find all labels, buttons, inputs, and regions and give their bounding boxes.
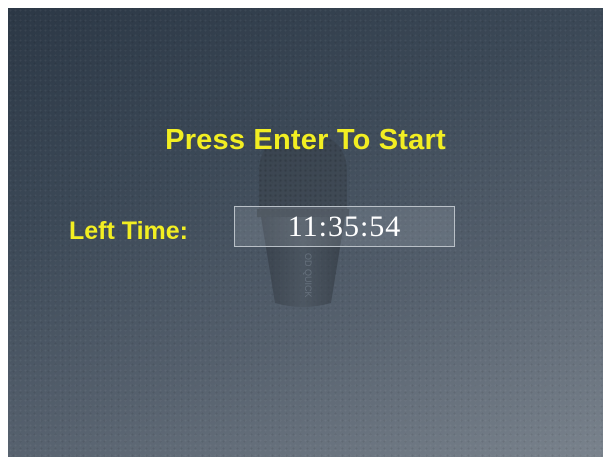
left-time-value: 11:35:54	[287, 209, 402, 243]
start-prompt: Press Enter To Start	[165, 124, 446, 156]
svg-text:OD QUICK: OD QUICK	[303, 253, 313, 298]
left-time-label: Left Time:	[69, 217, 188, 245]
app-window: OD QUICK Press Enter To Start Left Time:…	[8, 8, 603, 457]
left-time-display: 11:35:54	[234, 206, 455, 247]
